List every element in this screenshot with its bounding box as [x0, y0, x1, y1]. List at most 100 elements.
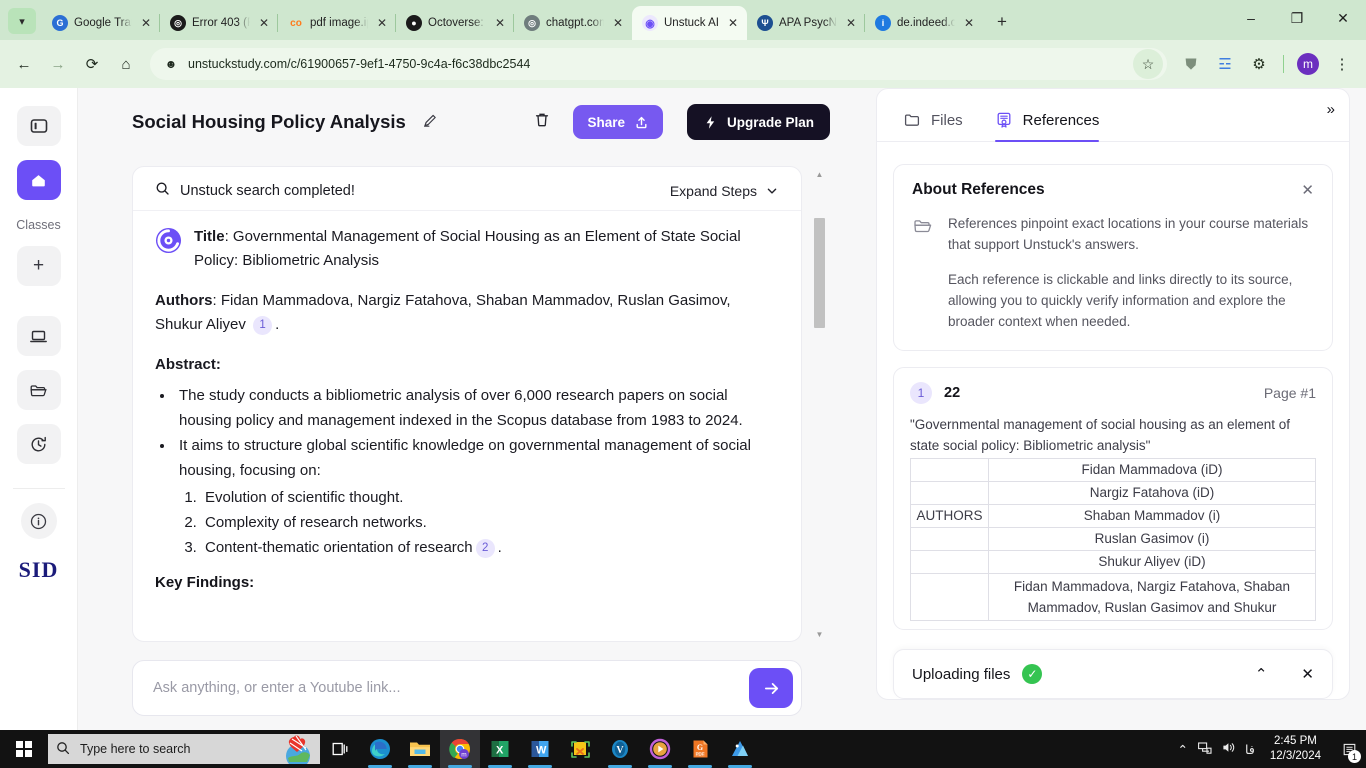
add-class-button[interactable]: + [16, 246, 61, 286]
table-row: Fidan Mammadova, Nargiz Fatahova, Shaban… [910, 573, 1316, 621]
list-item-period: . [497, 539, 502, 556]
chevron-up-icon[interactable]: ⌃ [1178, 742, 1188, 757]
chevron-up-icon[interactable]: ⌃ [1255, 665, 1268, 683]
browser-tab[interactable]: ◎ chatgpt.com ✕ [513, 6, 632, 40]
list-item-text: Content-thematic orientation of research [205, 539, 473, 556]
taskbar-search[interactable]: Type here to search [48, 734, 320, 764]
chat-input[interactable] [153, 680, 749, 696]
abstract-heading: Abstract: [155, 353, 779, 377]
home-icon[interactable]: ⌂ [110, 48, 142, 80]
taskbar-app-vlc-alt[interactable]: V [600, 730, 640, 768]
bookmark-star-icon[interactable]: ☆ [1133, 49, 1163, 79]
browser-tab[interactable]: ◎ Error 403 (Fo ✕ [159, 6, 278, 40]
scroll-up-arrow-icon[interactable]: ▲ [812, 166, 827, 182]
sidebar-item-home[interactable] [16, 160, 61, 200]
close-window-icon[interactable]: ✕ [1320, 0, 1366, 36]
start-button[interactable] [0, 730, 48, 768]
svg-text:PDF: PDF [696, 752, 705, 757]
taskbar-app-edge[interactable] [360, 730, 400, 768]
site-info-icon[interactable]: ☻ [162, 55, 180, 73]
scroll-down-arrow-icon[interactable]: ▼ [812, 626, 827, 642]
browser-tab[interactable]: co pdf image.ip ✕ [277, 6, 396, 40]
delete-chat-button[interactable] [533, 111, 551, 134]
scrollbar-thumb[interactable] [814, 218, 825, 328]
network-icon[interactable] [1197, 740, 1212, 758]
taskbar-app-word[interactable]: W [520, 730, 560, 768]
address-bar[interactable]: ☻ unstuckstudy.com/c/61900657-9ef1-4750-… [150, 48, 1167, 80]
reading-list-icon[interactable]: ☲ [1209, 48, 1241, 80]
tab-close-icon[interactable]: ✕ [374, 15, 390, 31]
table-cell-author-list: Fidan Mammadova, Nargiz Fatahova, Shaban… [988, 573, 1316, 621]
close-icon[interactable]: ✕ [1301, 181, 1314, 199]
taskbar-clock[interactable]: 2:45 PM 12/3/2024 [1264, 734, 1327, 764]
rail-divider [12, 488, 65, 489]
answer-scrollbar[interactable]: ▲ ▼ [812, 166, 827, 642]
taskbar-app-photos[interactable] [720, 730, 760, 768]
expand-steps-button[interactable]: Expand Steps [670, 183, 779, 199]
citation-badge-2[interactable]: 2 [475, 539, 495, 558]
browser-menu-icon[interactable]: ⋮ [1326, 48, 1358, 80]
browser-tab[interactable]: i de.indeed.co ✕ [863, 6, 983, 40]
tab-favicon-chatgpt: ◎ [524, 15, 540, 31]
tab-close-icon[interactable]: ✕ [961, 15, 977, 31]
sidebar-item-history[interactable] [16, 424, 61, 464]
new-tab-button[interactable]: + [989, 9, 1015, 35]
pencil-icon [423, 114, 436, 127]
sidebar-item-device[interactable] [16, 316, 61, 356]
extensions-icon[interactable]: ⚙ [1243, 48, 1275, 80]
tab-favicon-unstuck-ai: ◉ [642, 15, 658, 31]
browser-tab[interactable]: G Google Trans ✕ [42, 6, 160, 40]
taskbar-app-chrome[interactable]: m [440, 730, 480, 768]
history-icon [31, 436, 46, 451]
table-cell-author: Ruslan Gasimov (i) [988, 527, 1316, 551]
notification-center-button[interactable]: 1 [1336, 730, 1362, 768]
volume-icon[interactable] [1221, 740, 1236, 758]
shield-icon[interactable]: ⛊ [1175, 48, 1207, 80]
tab-close-icon[interactable]: ✕ [492, 15, 508, 31]
answer-title-value: : Governmental Management of Social Hous… [194, 228, 741, 269]
edit-title-icon[interactable] [422, 112, 439, 133]
reload-icon[interactable]: ⟳ [76, 48, 108, 80]
tab-search-button[interactable]: ▾ [8, 8, 36, 34]
taskbar-app-media-player[interactable] [640, 730, 680, 768]
collapse-panel-button[interactable]: » [1327, 101, 1335, 118]
tab-close-icon[interactable]: ✕ [725, 15, 741, 31]
task-view-button[interactable] [320, 730, 360, 768]
about-references-title: About References [912, 181, 1045, 198]
tab-files[interactable]: Files [903, 111, 963, 141]
tab-close-icon[interactable]: ✕ [256, 15, 272, 31]
send-button[interactable] [749, 668, 793, 708]
share-button[interactable]: Share [573, 105, 663, 139]
forward-icon[interactable]: → [42, 48, 74, 80]
tab-close-icon[interactable]: ✕ [610, 15, 626, 31]
taskbar-app-sticky-notes[interactable] [560, 730, 600, 768]
citation-badge-1[interactable]: 1 [253, 315, 273, 335]
sidebar-item-files[interactable] [16, 370, 61, 410]
browser-tab-active-unstuck-ai[interactable]: ◉ Unstuck AI ✕ [632, 6, 747, 40]
tab-close-icon[interactable]: ✕ [843, 15, 859, 31]
help-info-button[interactable] [20, 503, 57, 539]
close-icon[interactable]: ✕ [1301, 665, 1314, 683]
organization-logo: SID [18, 557, 59, 582]
composer[interactable] [132, 660, 802, 716]
profile-button[interactable]: m [1292, 48, 1324, 80]
upload-toast: Uploading files ✓ ⌃ ✕ [893, 649, 1333, 699]
toggle-sidebar-button[interactable] [16, 106, 61, 146]
browser-tab[interactable]: Ψ APA PsycNet ✕ [747, 6, 865, 40]
browser-tab[interactable]: ● Octoverse: A ✕ [395, 6, 514, 40]
language-indicator[interactable]: فا [1245, 742, 1255, 757]
minimize-icon[interactable]: ‒ [1228, 0, 1274, 36]
upgrade-plan-button[interactable]: Upgrade Plan [686, 104, 830, 140]
home-icon [32, 174, 45, 186]
reference-id: 22 [944, 385, 961, 401]
back-icon[interactable]: ← [8, 48, 40, 80]
reference-card[interactable]: 1 22 Page #1 "Governmental management of… [893, 367, 1333, 630]
tab-favicon-error403: ◎ [170, 15, 186, 31]
maximize-restore-icon[interactable]: ❐ [1274, 0, 1320, 36]
tab-references[interactable]: References [994, 111, 1099, 142]
taskbar-app-excel[interactable]: X [480, 730, 520, 768]
taskbar-app-file-explorer[interactable] [400, 730, 440, 768]
tab-close-icon[interactable]: ✕ [138, 15, 154, 31]
taskbar-app-pdf-tool[interactable]: G PDF [680, 730, 720, 768]
word-icon: W [531, 741, 549, 757]
